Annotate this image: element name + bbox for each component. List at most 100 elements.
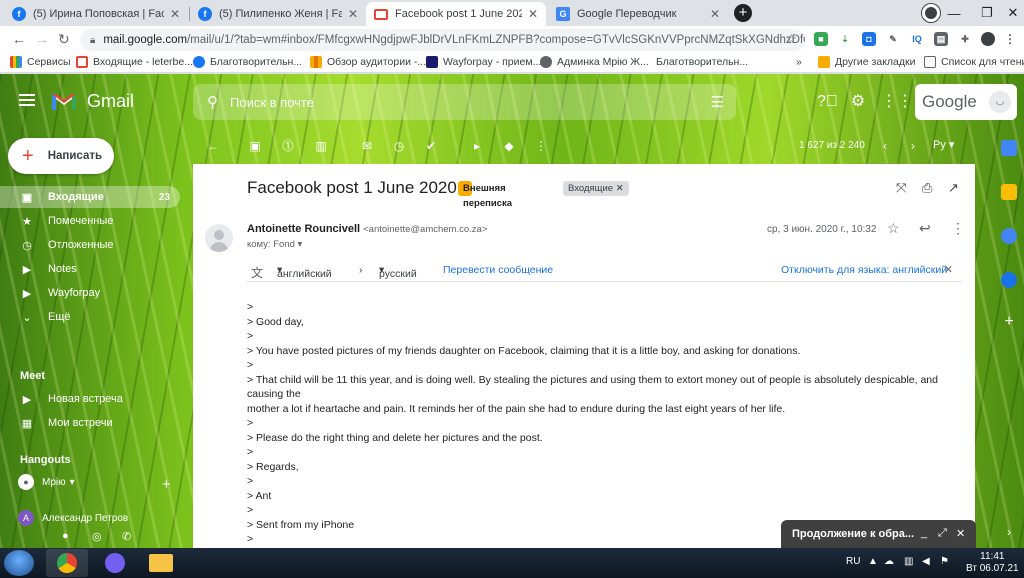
- close-tab-icon[interactable]: ✕: [528, 7, 538, 21]
- sidebar-item-starred[interactable]: ★ Помеченные: [0, 210, 180, 232]
- target-language-select[interactable]: русский ▾: [379, 264, 417, 280]
- other-bookmarks[interactable]: Другие закладки: [818, 56, 915, 68]
- account-switcher[interactable]: Google ◡: [915, 84, 1017, 120]
- bookmark-item[interactable]: Входящие - leterbe...: [76, 56, 193, 68]
- hangouts-icon[interactable]: ◎: [92, 530, 102, 543]
- taskbar-chrome[interactable]: [46, 549, 88, 577]
- newer-chevron-icon[interactable]: ‹: [877, 138, 893, 154]
- close-tab-icon[interactable]: ✕: [170, 7, 180, 21]
- taskbar-viber[interactable]: [94, 549, 136, 577]
- hangouts-self[interactable]: ● Мрію ▾: [18, 474, 75, 490]
- puzzle-icon[interactable]: ✚: [958, 32, 972, 46]
- taskbar-clock[interactable]: 11:41 Вт 06.07.21: [966, 551, 1019, 575]
- add-task-icon[interactable]: ✔: [423, 138, 439, 154]
- taskbar-explorer[interactable]: [140, 549, 182, 577]
- bookmark-star-icon[interactable]: ☆: [785, 31, 797, 47]
- avatar[interactable]: [981, 32, 995, 46]
- network-icon[interactable]: ▥: [904, 556, 913, 567]
- close-icon[interactable]: ✕: [944, 264, 953, 276]
- main-menu-icon[interactable]: [19, 94, 35, 106]
- label-icon[interactable]: ◆: [501, 138, 517, 154]
- reading-list[interactable]: Список для чтения: [924, 56, 1024, 68]
- calendar-icon[interactable]: [1001, 140, 1017, 156]
- mark-unread-icon[interactable]: ✉: [359, 138, 375, 154]
- star-icon[interactable]: ☆: [887, 220, 900, 237]
- chevron-down-icon[interactable]: ▾: [298, 239, 303, 250]
- avatar[interactable]: ◡: [989, 91, 1011, 113]
- minimize-icon[interactable]: _: [921, 527, 927, 539]
- reply-icon[interactable]: ↩: [919, 220, 931, 237]
- tray-chevron-icon[interactable]: ▲: [868, 556, 878, 567]
- meet-my-meetings[interactable]: ▦ Мои встречи: [0, 412, 180, 434]
- chevron-right-icon[interactable]: ›: [1001, 524, 1017, 540]
- close-icon[interactable]: ✕: [956, 527, 965, 540]
- forward-icon[interactable]: →: [35, 31, 49, 47]
- maximize-icon[interactable]: ❐: [972, 5, 1002, 21]
- apps-grid-icon[interactable]: ⋮⋮⋮: [881, 93, 929, 111]
- sidebar-item-more[interactable]: ⌄ Ещё: [0, 306, 180, 328]
- contacts-icon[interactable]: [1001, 272, 1017, 288]
- archive-icon[interactable]: ▣: [247, 138, 263, 154]
- add-contact-icon[interactable]: +: [162, 476, 171, 493]
- chevron-down-icon[interactable]: ▾: [70, 477, 75, 488]
- disable-translation-link[interactable]: Отключить для языка: английский: [781, 264, 947, 276]
- back-icon[interactable]: ←: [12, 31, 26, 47]
- extension-icon[interactable]: ▤: [934, 32, 948, 46]
- bookmark-item[interactable]: Админка Мрію Ж...: [540, 56, 649, 68]
- sidebar-item-notes[interactable]: ▶ Notes: [0, 258, 180, 280]
- search-icon[interactable]: ⚲: [207, 93, 218, 111]
- delete-icon[interactable]: ▥: [313, 138, 329, 154]
- phone-icon[interactable]: ✆: [122, 530, 131, 543]
- more-vert-icon[interactable]: ⋮: [533, 138, 549, 154]
- extension-icon[interactable]: IQ: [910, 32, 924, 46]
- translate-message-link[interactable]: Перевести сообщение: [443, 264, 553, 276]
- reload-icon[interactable]: ↻: [58, 31, 70, 48]
- meet-new-meeting[interactable]: ▶ Новая встреча: [0, 388, 180, 410]
- expand-icon[interactable]: ⤢: [938, 527, 947, 540]
- bookmark-item[interactable]: Благотворительн...: [193, 56, 302, 68]
- source-language-select[interactable]: английский ▾: [277, 264, 332, 280]
- bookmarks-overflow[interactable]: »: [796, 56, 802, 68]
- remove-label-icon[interactable]: ✕: [616, 183, 624, 194]
- search-bar[interactable]: ⚲ ☰: [193, 84, 736, 120]
- older-chevron-icon[interactable]: ›: [905, 138, 921, 154]
- bookmark-item[interactable]: Обзор аудитории -...: [310, 56, 426, 68]
- browser-tab-active[interactable]: Facebook post 1 June 2020 - fond ✕: [366, 2, 546, 26]
- open-new-window-icon[interactable]: ↗: [948, 180, 959, 196]
- browser-tab[interactable]: G Google Переводчик ✕: [548, 2, 728, 26]
- recipient-line[interactable]: кому: Fond ▾: [247, 239, 302, 250]
- print-icon[interactable]: ⎙: [922, 180, 932, 196]
- help-icon[interactable]: ?⃝: [817, 93, 838, 111]
- sidebar-item-inbox[interactable]: ▣ Входящие 23: [0, 186, 180, 208]
- input-tools-select[interactable]: Ру ▾: [933, 138, 954, 151]
- back-arrow-icon[interactable]: ←: [205, 138, 221, 154]
- cloud-icon[interactable]: ☁: [884, 556, 894, 567]
- sidebar-item-snoozed[interactable]: ◷ Отложенные: [0, 234, 180, 256]
- address-bar[interactable]: 🔒︎ mail.google.com /mail/u/1/?tab=wm#inb…: [80, 29, 805, 51]
- bookmark-item[interactable]: Wayforpay - прием...: [426, 56, 541, 68]
- label-chip-external[interactable]: Внешняя переписка: [458, 181, 512, 209]
- tasks-icon[interactable]: [1001, 228, 1017, 244]
- collapse-all-icon[interactable]: ⤧: [896, 180, 906, 196]
- sidebar-item-wayforpay[interactable]: ▶ Wayforpay: [0, 282, 180, 304]
- extension-icon[interactable]: ✎: [886, 32, 900, 46]
- speaker-icon[interactable]: ◀: [922, 556, 930, 567]
- extension-icon[interactable]: ⇣: [838, 32, 852, 46]
- browser-tab[interactable]: f (5) Пилипенко Женя | Facebook ✕: [190, 2, 366, 26]
- start-button[interactable]: [4, 550, 34, 576]
- close-tab-icon[interactable]: ✕: [348, 7, 358, 21]
- close-tab-icon[interactable]: ✕: [710, 7, 720, 21]
- person-icon[interactable]: ●: [62, 530, 69, 542]
- compose-button[interactable]: + Написать: [8, 138, 114, 174]
- snooze-icon[interactable]: ◷: [391, 138, 407, 154]
- search-options-icon[interactable]: ☰: [711, 93, 724, 111]
- input-language-indicator[interactable]: RU: [846, 556, 860, 567]
- sender-name[interactable]: Antoinette Rouncivell: [247, 223, 360, 235]
- new-tab-button[interactable]: +: [734, 4, 752, 22]
- minimize-icon[interactable]: —: [936, 6, 972, 21]
- compose-minimized-window[interactable]: Продолжение к обра... _ ⤢ ✕: [781, 520, 976, 548]
- add-addon-icon[interactable]: +: [1001, 314, 1017, 330]
- menu-dots-icon[interactable]: ⋮: [1003, 32, 1017, 46]
- label-chip-inbox[interactable]: Входящие ✕: [563, 181, 629, 196]
- search-input[interactable]: [230, 94, 670, 110]
